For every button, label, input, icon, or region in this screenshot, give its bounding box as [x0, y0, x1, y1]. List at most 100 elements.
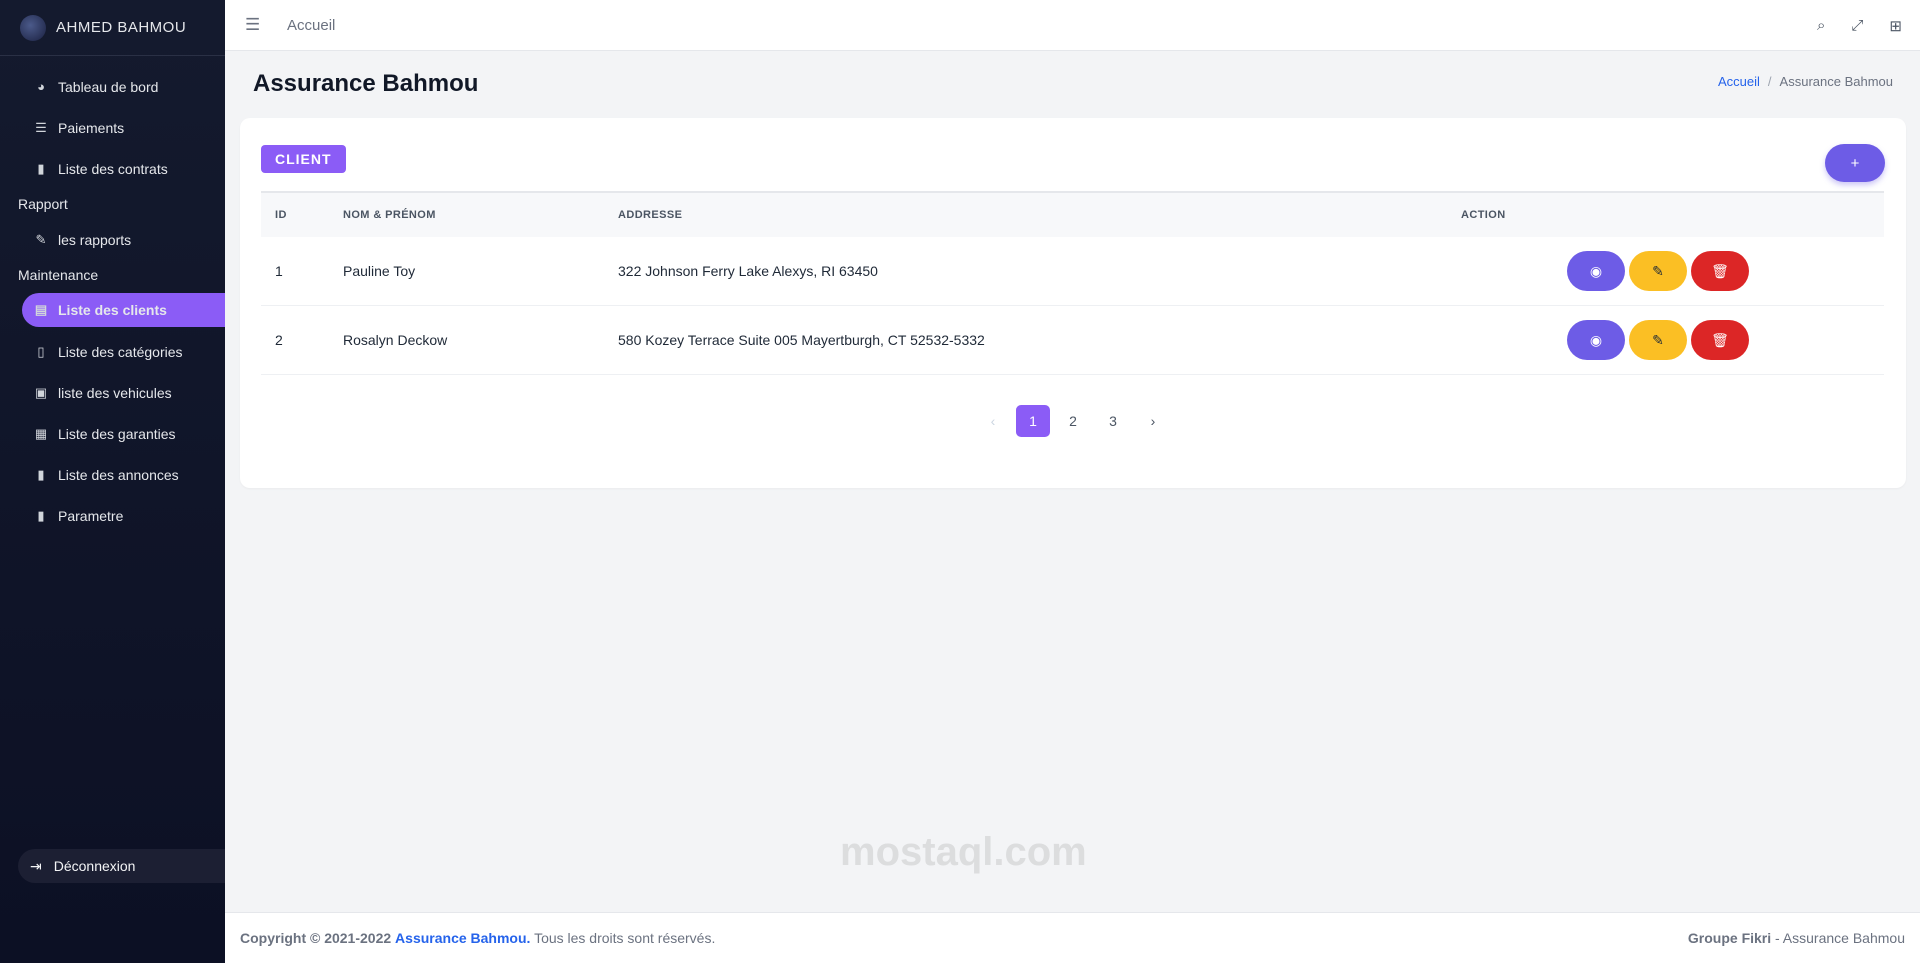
cell-actions: ◉ ✎ 🗑	[1461, 251, 1884, 291]
pagination-next[interactable]: ›	[1133, 405, 1173, 437]
footer-company: Groupe Fikri	[1687, 930, 1772, 946]
file-icon: ▮	[37, 466, 45, 482]
delete-button[interactable]: 🗑	[1691, 320, 1749, 360]
footer-product: - Assurance Bahmou	[1775, 930, 1905, 946]
topbar: ☰ Accueil ⌕ ⤢ ⊞	[225, 0, 1920, 51]
sidebar-item-label: Liste des annonces	[58, 466, 179, 483]
eye-icon: ◉	[1589, 331, 1603, 348]
file-icon: ▮	[37, 160, 45, 176]
cell-address: 322 Johnson Ferry Lake Alexys, RI 63450	[618, 263, 878, 279]
header-address: ADDRESSE	[618, 209, 683, 221]
list-icon: ☰	[35, 119, 47, 135]
footer-copyright: Copyright © 2021-2022	[240, 930, 392, 946]
client-badge: CLIENT	[261, 145, 346, 173]
logout-label: Déconnexion	[53, 858, 136, 874]
edit-button[interactable]: ✎	[1629, 251, 1687, 291]
footer-right: Groupe Fikri - Assurance Bahmou	[1688, 930, 1905, 946]
sidebar-item-liste-des-clients[interactable]: ▤ Liste des clients	[22, 293, 225, 327]
cell-id: 2	[275, 332, 283, 348]
header-action: ACTION	[1461, 209, 1506, 221]
sidebar-item-label: liste des vehicules	[58, 384, 172, 401]
footer-left: Copyright © 2021-2022 Assurance Bahmou. …	[240, 930, 715, 946]
eye-icon: ◉	[1589, 262, 1603, 279]
sidebar-item-label: Paiements	[58, 119, 125, 136]
trash-icon: 🗑	[1711, 331, 1729, 348]
sidebar-item-liste-des-contrats[interactable]: ▮ Liste des contrats	[0, 148, 225, 189]
breadcrumb-current: Assurance Bahmou	[1779, 74, 1893, 89]
sidebar: AHMED BAHMOU ◕ Tableau de bord ☰ Paiements ▮…	[0, 0, 225, 963]
add-client-button[interactable]: +	[1825, 144, 1885, 182]
sidebar-item-liste-des-vehicules[interactable]: ▣ liste des vehicules	[0, 372, 225, 413]
section-maintenance: Maintenance	[18, 267, 99, 283]
sidebar-item-label: Liste des catégories	[58, 343, 183, 360]
pagination-page-1[interactable]: 1	[1016, 405, 1050, 437]
car-icon: ▣	[34, 384, 48, 400]
cell-id: 1	[275, 263, 283, 279]
table-header: ID NOM & PRÉNOM ADDRESSE ACTION	[261, 191, 1884, 237]
pagination-page-2[interactable]: 2	[1053, 405, 1093, 437]
topbar-home-link[interactable]: Accueil	[287, 17, 335, 34]
footer-rights: Tous les droits sont réservés.	[534, 930, 716, 946]
sidebar-item-paiements[interactable]: ☰ Paiements	[0, 107, 225, 148]
sidebar-item-liste-des-garanties[interactable]: ▦ Liste des garanties	[0, 413, 225, 454]
cell-name: Rosalyn Deckow	[343, 332, 448, 348]
dashboard-icon: ◕	[37, 79, 45, 94]
pagination-prev[interactable]: ‹	[973, 405, 1013, 437]
file-edit-icon: ✎	[35, 231, 47, 247]
row-actions: ◉ ✎ 🗑	[1567, 320, 1884, 360]
sidebar-item-label: Parametre	[58, 507, 124, 524]
clients-table: ID NOM & PRÉNOM ADDRESSE ACTION 1 Pauline…	[261, 191, 1884, 375]
sidebar-item-parametre[interactable]: ▮ Parametre	[0, 495, 225, 536]
breadcrumb: Accueil / Assurance Bahmou	[1718, 74, 1893, 89]
sidebar-item-label: Liste des contrats	[58, 160, 168, 177]
pagination: ‹ 1 2 3 ›	[240, 405, 1906, 437]
section-rapport: Rapport	[18, 196, 68, 212]
sign-out-icon: ⇥	[30, 857, 42, 874]
topbar-icons: ⌕ ⤢ ⊞	[1817, 0, 1902, 51]
sidebar-item-label: Tableau de bord	[58, 78, 159, 95]
clipboard-icon: ▯	[37, 343, 45, 359]
sidebar-item-label: Liste des clients	[58, 302, 167, 318]
hamburger-icon[interactable]: ☰	[245, 15, 265, 35]
list-alt-icon: ▤	[34, 302, 48, 317]
footer-brand-link[interactable]: Assurance Bahmou.	[395, 930, 530, 946]
calendar-icon: ▦	[34, 425, 48, 441]
sidebar-item-les-rapports[interactable]: ✎ les rapports	[0, 219, 225, 260]
cell-actions: ◉ ✎ 🗑	[1461, 320, 1884, 360]
sidebar-item-label: les rapports	[58, 231, 132, 248]
brand-name: AHMED BAHMOU	[56, 19, 187, 36]
trash-icon: 🗑	[1711, 262, 1729, 279]
header-id: ID	[275, 209, 287, 221]
expand-icon[interactable]: ⤢	[1851, 17, 1863, 34]
edit-icon: ✎	[1652, 331, 1664, 348]
file-icon: ▮	[37, 507, 45, 523]
clients-card: CLIENT + ID NOM & PRÉNOM ADDRESSE ACTION…	[240, 118, 1906, 488]
table-row: 1 Pauline Toy 322 Johnson Ferry Lake Alexy…	[261, 237, 1884, 306]
pagination-page-3[interactable]: 3	[1093, 405, 1133, 437]
view-button[interactable]: ◉	[1567, 251, 1625, 291]
brand[interactable]: AHMED BAHMOU	[0, 0, 225, 56]
header-name: NOM & PRÉNOM	[343, 209, 436, 221]
breadcrumb-home[interactable]: Accueil	[1718, 74, 1760, 89]
edit-button[interactable]: ✎	[1629, 320, 1687, 360]
cell-name: Pauline Toy	[343, 263, 416, 279]
delete-button[interactable]: 🗑	[1691, 251, 1749, 291]
sidebar-nav: ◕ Tableau de bord ☰ Paiements ▮ Liste des con…	[0, 56, 225, 536]
sidebar-item-liste-des-annonces[interactable]: ▮ Liste des annonces	[0, 454, 225, 495]
breadcrumb-separator: /	[1767, 74, 1772, 89]
sidebar-item-tableau-de-bord[interactable]: ◕ Tableau de bord	[0, 66, 225, 107]
cell-address: 580 Kozey Terrace Suite 005 Mayertburgh,…	[618, 332, 985, 348]
page-title: Assurance Bahmou	[253, 70, 479, 97]
view-button[interactable]: ◉	[1567, 320, 1625, 360]
grid-icon[interactable]: ⊞	[1889, 17, 1902, 35]
table-row: 2 Rosalyn Deckow 580 Kozey Terrace Suite 0…	[261, 306, 1884, 375]
sidebar-item-liste-des-cat-gories[interactable]: ▯ Liste des catégories	[0, 331, 225, 372]
row-actions: ◉ ✎ 🗑	[1567, 251, 1884, 291]
search-icon[interactable]: ⌕	[1817, 17, 1825, 34]
sidebar-item-label: Liste des garanties	[58, 425, 176, 442]
brand-logo-icon	[20, 14, 46, 41]
logout-button[interactable]: ⇥ Déconnexion	[18, 849, 225, 883]
watermark: mostaql.com	[840, 830, 1087, 874]
footer: Copyright © 2021-2022 Assurance Bahmou. …	[225, 912, 1920, 963]
edit-icon: ✎	[1652, 262, 1664, 279]
